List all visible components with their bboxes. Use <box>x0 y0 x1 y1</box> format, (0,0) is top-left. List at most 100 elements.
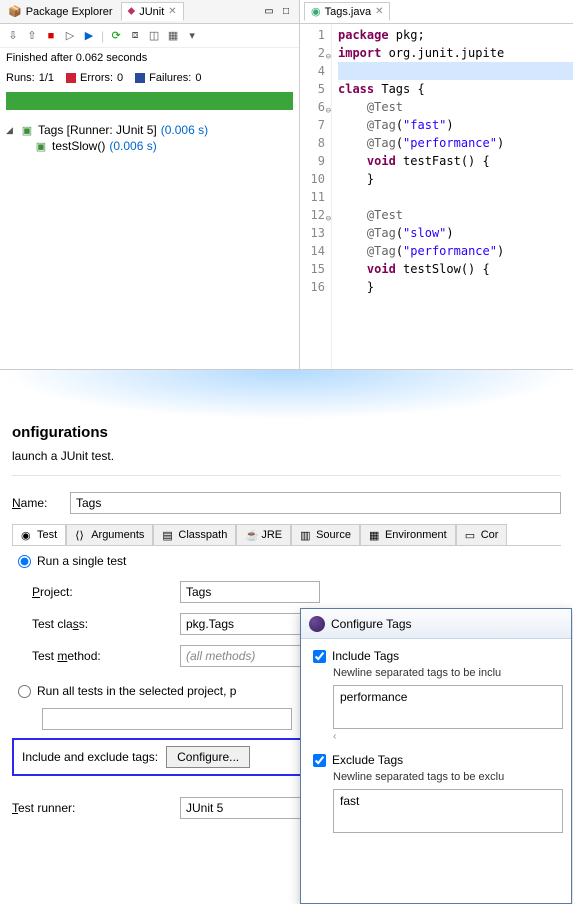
tab-label: Classpath <box>178 529 227 541</box>
eclipse-icon <box>309 616 325 632</box>
tab-icon: ▥ <box>300 529 312 541</box>
radio-all-tests[interactable] <box>18 685 31 698</box>
pass-icon: ▣ <box>34 139 48 153</box>
runs-value: 1/1 <box>39 72 54 84</box>
close-icon[interactable]: ✕ <box>168 6 176 17</box>
error-icon <box>66 73 76 83</box>
config-tab-jre[interactable]: ☕JRE <box>236 524 291 545</box>
line-number: 1 <box>300 26 325 44</box>
tab-label: Environment <box>385 529 447 541</box>
radio-single-test-label: Run a single test <box>37 554 126 568</box>
pass-icon: ▣ <box>20 123 34 137</box>
exclude-tags-text[interactable]: fast <box>333 789 563 833</box>
code-line[interactable]: @Tag("slow") <box>338 224 573 242</box>
code-line[interactable]: } <box>338 170 573 188</box>
editor-tab-tags[interactable]: ◉ Tags.java ✕ <box>304 2 390 21</box>
exclude-tags-checkbox[interactable] <box>313 754 326 767</box>
tree-root-label: Tags [Runner: JUnit 5] <box>38 123 157 137</box>
config-tab-environment[interactable]: ▦ Environment <box>360 524 456 545</box>
close-icon[interactable]: ✕ <box>375 6 383 17</box>
menu-icon[interactable]: ▾ <box>185 29 199 43</box>
runner-select[interactable] <box>180 797 320 819</box>
line-number: 5 <box>300 80 325 98</box>
stop-icon[interactable]: ■ <box>44 29 58 43</box>
method-input[interactable] <box>180 645 320 667</box>
junit-icon: ⬥ <box>128 5 136 18</box>
line-number: 14 <box>300 242 325 260</box>
config-tab-test[interactable]: ◉Test <box>12 524 66 545</box>
maximize-button[interactable]: □ <box>279 5 293 19</box>
code-line[interactable]: void testFast() { <box>338 152 573 170</box>
code-line[interactable]: @Tag("performance") <box>338 242 573 260</box>
hscroll[interactable]: ‹ <box>333 729 563 743</box>
radio-single-test[interactable] <box>18 555 31 568</box>
code-line[interactable] <box>338 188 573 206</box>
relaunch-icon[interactable]: ⟳ <box>109 29 123 43</box>
tree-root[interactable]: ◢ ▣ Tags [Runner: JUnit 5] (0.006 s) <box>6 122 293 138</box>
code-line[interactable]: @Test <box>338 98 573 116</box>
line-number: 9 <box>300 152 325 170</box>
include-tags-label: Include Tags <box>332 649 399 663</box>
tab-junit[interactable]: ⬥ JUnit ✕ <box>121 2 184 21</box>
config-tabs: ◉Test⟨⟩Arguments ▤ Classpath ☕JRE▥Source ▦ En… <box>12 524 561 546</box>
rerun-failed-icon[interactable]: ▶ <box>82 29 96 43</box>
code-line[interactable]: class Tags { <box>338 80 573 98</box>
failures-value: 0 <box>195 72 201 84</box>
config-tab-arguments[interactable]: ⟨⟩Arguments <box>66 524 153 545</box>
code-line[interactable]: import org.junit.jupite <box>338 44 573 62</box>
history-icon[interactable]: ⧈ <box>128 29 142 43</box>
code-line[interactable] <box>338 62 573 80</box>
configure-button[interactable]: Configure... <box>166 746 250 768</box>
runner-label: Test runner: <box>12 801 172 815</box>
tree-child[interactable]: ▣ testSlow() (0.006 s) <box>34 138 293 154</box>
code-editor[interactable]: 12⊖456⊖789101112⊖13141516 package pkg;im… <box>300 24 573 369</box>
pin-icon[interactable]: ◫ <box>147 29 161 43</box>
exclude-tags-sub: Newline separated tags to be exclu <box>313 767 559 789</box>
name-label: Name: <box>12 496 62 510</box>
tab-label: Cor <box>481 529 499 541</box>
dialog-titlebar[interactable]: Configure Tags <box>301 609 571 639</box>
name-input[interactable] <box>70 492 561 514</box>
fold-icon[interactable]: ⊖ <box>326 102 331 120</box>
tab-label: JRE <box>261 529 282 541</box>
fold-icon[interactable]: ⊖ <box>326 48 331 66</box>
next-failure-icon[interactable]: ⇩ <box>6 29 20 43</box>
project-input[interactable] <box>180 581 320 603</box>
failures-label: Failures: <box>149 72 191 84</box>
editor-tabs: ◉ Tags.java ✕ <box>300 0 573 24</box>
code-line[interactable]: @Tag("performance") <box>338 134 573 152</box>
line-number: 15 <box>300 260 325 278</box>
line-number: 8 <box>300 134 325 152</box>
radio-all-tests-label: Run all tests in the selected project, p <box>37 684 236 698</box>
code-line[interactable]: package pkg; <box>338 26 573 44</box>
tab-icon: ◉ <box>21 529 33 541</box>
code-line[interactable]: @Tag("fast") <box>338 116 573 134</box>
tab-icon: ▤ <box>162 529 174 541</box>
tab-label: JUnit <box>139 6 164 18</box>
dialog-title: Configure Tags <box>331 617 412 631</box>
line-number: 4 <box>300 62 325 80</box>
config-tab-cor[interactable]: ▭Cor <box>456 524 508 545</box>
config-tab-classpath[interactable]: ▤ Classpath <box>153 524 236 545</box>
include-tags-sub: Newline separated tags to be inclu <box>313 663 559 685</box>
code-line[interactable]: void testSlow() { <box>338 260 573 278</box>
include-tags-text[interactable]: performance <box>333 685 563 729</box>
rerun-icon[interactable]: ▷ <box>63 29 77 43</box>
tab-icon: ▦ <box>369 529 381 541</box>
code-line[interactable]: } <box>338 278 573 296</box>
configure-tags-dialog: Configure Tags Include Tags Newline sepa… <box>300 608 572 904</box>
config-tab-source[interactable]: ▥Source <box>291 524 360 545</box>
code-content[interactable]: package pkg;import org.junit.jupite clas… <box>332 24 573 369</box>
class-input[interactable] <box>180 613 320 635</box>
fold-icon[interactable]: ⊖ <box>326 210 331 228</box>
tab-package-explorer[interactable]: 📦 Package Explorer <box>2 3 119 20</box>
layout-icon[interactable]: ▦ <box>166 29 180 43</box>
minimize-button[interactable]: ▭ <box>262 5 276 19</box>
include-tags-checkbox[interactable] <box>313 650 326 663</box>
expand-icon[interactable]: ◢ <box>6 125 16 136</box>
prev-failure-icon[interactable]: ⇧ <box>25 29 39 43</box>
code-line[interactable]: @Test <box>338 206 573 224</box>
line-number: 7 <box>300 116 325 134</box>
project-selector[interactable] <box>42 708 292 730</box>
test-tree: ◢ ▣ Tags [Runner: JUnit 5] (0.006 s) ▣ t… <box>0 118 299 158</box>
